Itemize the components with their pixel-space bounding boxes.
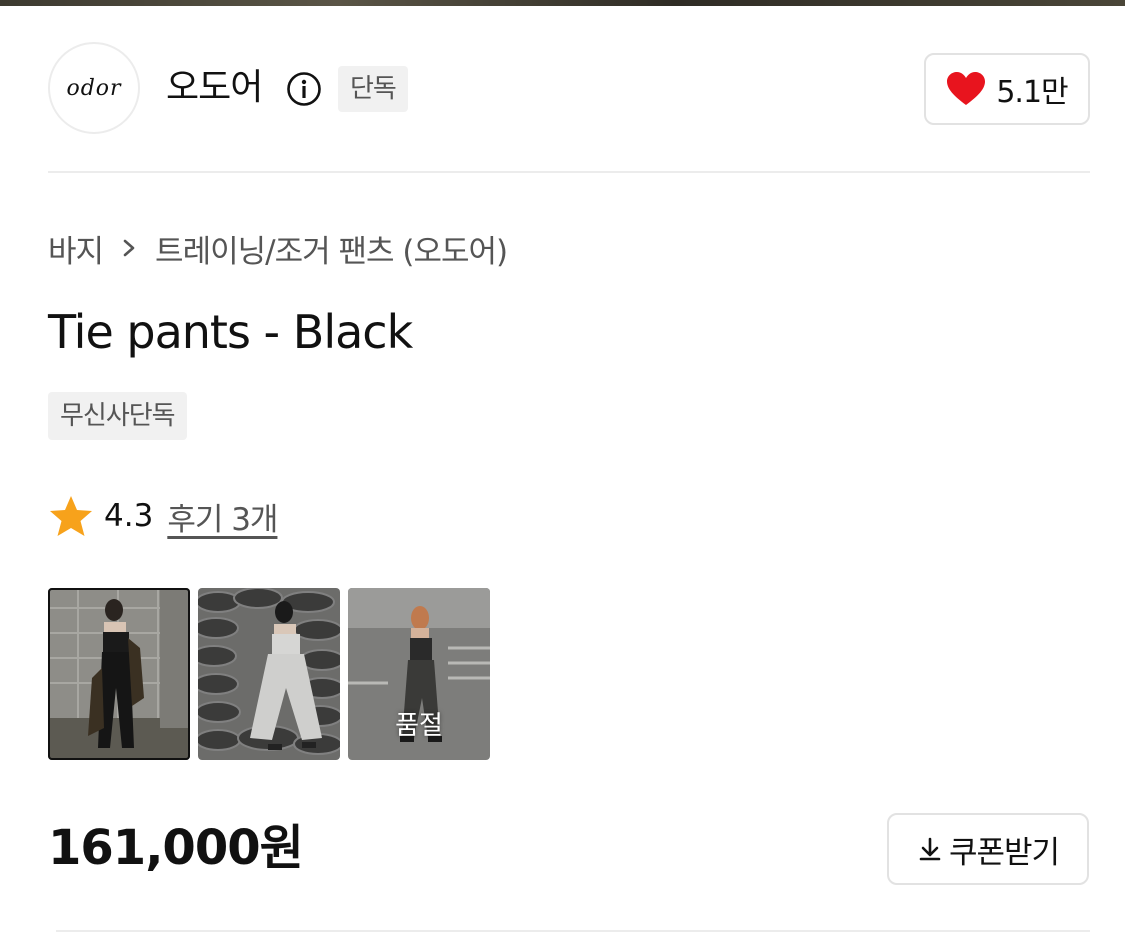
star-icon (50, 496, 92, 536)
like-count: 5.1만 (996, 75, 1068, 110)
divider (48, 171, 1090, 173)
info-circle-icon[interactable] (286, 71, 322, 107)
heart-icon (947, 72, 986, 105)
review-link[interactable]: 후기 3개 (167, 494, 278, 539)
chevron-right-icon (123, 239, 135, 257)
product-price: 161,000원 (48, 820, 304, 876)
color-option-thumbnail-soldout[interactable]: 품절 (348, 588, 490, 760)
product-title: Tie pants - Black (48, 305, 413, 359)
exclusive-badge: 단독 (338, 66, 408, 112)
soldout-label: 품절 (395, 711, 443, 741)
brand-name[interactable]: 오도어 (166, 66, 263, 110)
breadcrumb-category[interactable]: 바지 (48, 226, 104, 271)
download-icon (919, 837, 941, 861)
color-option-thumbnail[interactable] (198, 588, 340, 760)
color-option-thumbnail[interactable] (48, 588, 190, 760)
breadcrumb-subcategory[interactable]: 트레이닝/조거 팬츠 (오도어) (155, 226, 508, 271)
like-button[interactable]: 5.1만 (924, 53, 1090, 125)
rating-row: 4.3 후기 3개 (48, 490, 278, 542)
brand-header: odor 오도어 단독 5.1만 (48, 40, 1090, 138)
brand-logo[interactable]: odor (48, 42, 140, 134)
color-options: 품절 (48, 588, 490, 760)
coupon-label: 쿠폰받기 (948, 834, 1060, 871)
coupon-download-button[interactable]: 쿠폰받기 (887, 813, 1089, 885)
brand-logo-text: odor (66, 75, 122, 101)
breadcrumb: 바지 트레이닝/조거 팬츠 (오도어) (48, 224, 508, 272)
hero-image-edge (0, 0, 1125, 6)
exclusive-tag: 무신사단독 (48, 392, 187, 440)
rating-value: 4.3 (104, 498, 154, 534)
